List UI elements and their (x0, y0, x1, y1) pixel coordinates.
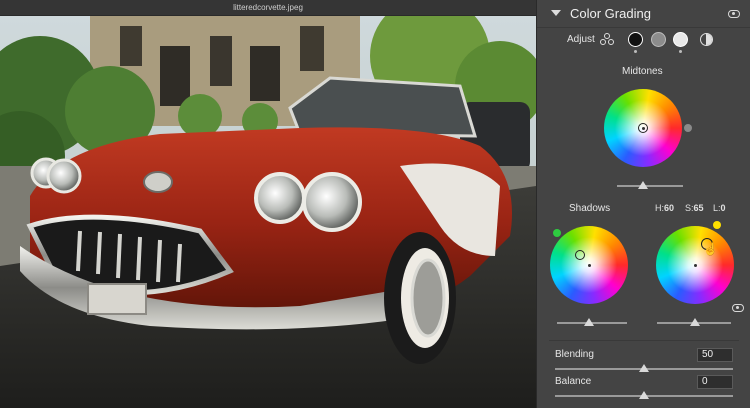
panel-header[interactable]: Color Grading (537, 0, 750, 28)
midtones-center-dot (642, 127, 645, 130)
preview-eye-icon[interactable] (732, 304, 744, 312)
document-tab[interactable]: litteredcorvette.jpeg (0, 0, 536, 16)
app-window: litteredcorvette.jpeg Color Grading Adju… (0, 0, 750, 408)
luminance-label: L: (713, 203, 721, 213)
adjust-label: Adjust (567, 34, 595, 45)
adjust-row: Adjust (537, 30, 750, 53)
luminance-value: 0 (720, 203, 726, 213)
color-grading-panel: Color Grading Adjust Midtones Shadows H:… (536, 0, 750, 408)
canvas-area[interactable]: litteredcorvette.jpeg (0, 0, 536, 408)
saturation-label: S: (685, 203, 694, 213)
highlights-indicator-dot (679, 50, 682, 53)
shadows-mode-button[interactable] (628, 32, 643, 47)
balance-slider-thumb[interactable] (639, 391, 649, 399)
panel-title: Color Grading (570, 6, 651, 21)
shadows-color-swatch[interactable] (553, 229, 561, 237)
hue-readout: H:60 (655, 203, 674, 213)
document-filename: litteredcorvette.jpeg (233, 3, 303, 12)
shadows-luminance-thumb[interactable] (584, 318, 594, 326)
blending-slider-thumb[interactable] (639, 364, 649, 372)
balance-label: Balance (555, 376, 592, 387)
midtones-mode-button[interactable] (651, 32, 666, 47)
blending-value-field[interactable]: 50 (697, 348, 733, 362)
three-way-icon[interactable] (600, 33, 616, 47)
highlights-mode-button[interactable] (673, 32, 688, 47)
saturation-readout: S:65 (685, 203, 704, 213)
shadows-wheel-handle[interactable] (575, 250, 585, 260)
visibility-eye-icon[interactable] (728, 10, 740, 18)
luminance-readout: L:0 (713, 203, 726, 213)
shadows-label: Shadows (569, 203, 611, 214)
midtones-luminance-thumb[interactable] (638, 181, 648, 189)
hue-label: H: (655, 203, 664, 213)
shadows-center-dot (588, 264, 591, 267)
midtones-luminance-slider[interactable] (617, 185, 683, 187)
highlights-center-dot (694, 264, 697, 267)
midtones-label: Midtones (622, 66, 663, 77)
active-mode-indicator (634, 50, 637, 53)
saturation-value: 65 (693, 203, 704, 213)
panel-divider (549, 340, 739, 341)
chevron-down-icon[interactable] (551, 10, 561, 16)
midtones-color-swatch[interactable] (684, 124, 692, 132)
balance-value-field[interactable]: 0 (697, 375, 733, 389)
highlights-luminance-thumb[interactable] (690, 318, 700, 326)
highlights-color-swatch[interactable] (713, 221, 721, 229)
photo-corvette[interactable] (0, 16, 536, 408)
global-mode-icon[interactable] (700, 33, 713, 46)
hand-cursor-icon: ☝ (703, 242, 718, 256)
hue-value: 60 (664, 203, 675, 213)
blending-label: Blending (555, 349, 594, 360)
photo-illustration (0, 16, 536, 408)
